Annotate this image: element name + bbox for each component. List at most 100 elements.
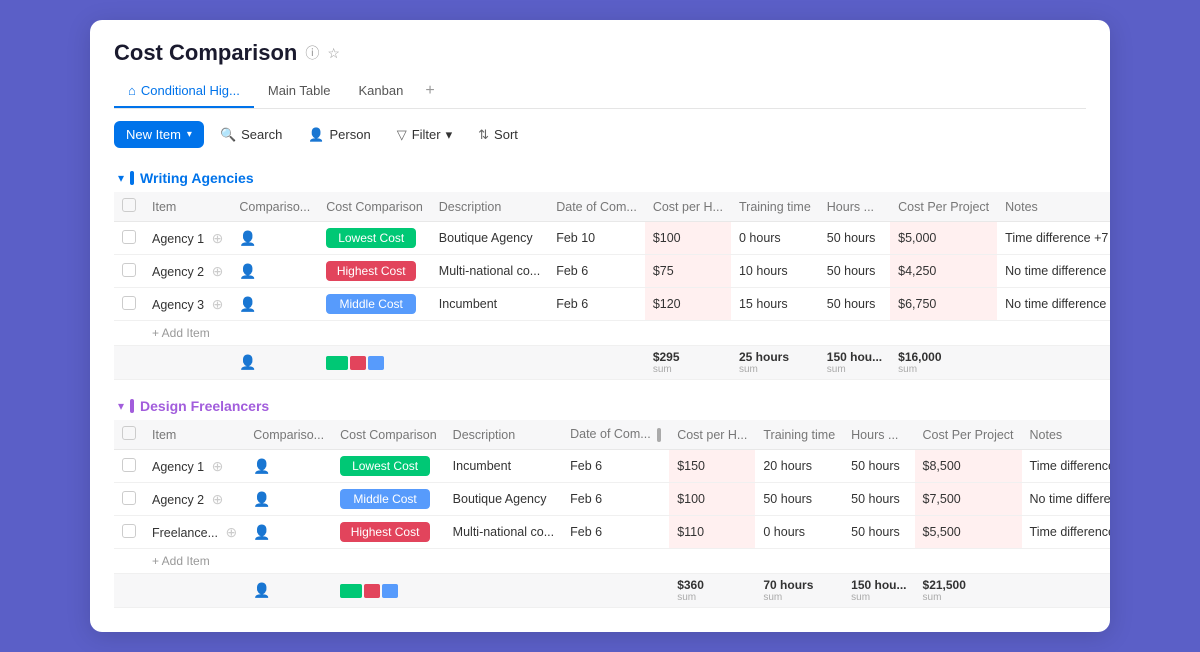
th-notes: Notes [1022,420,1110,450]
row-description: Multi-national co... [445,516,562,549]
row-training: 15 hours [731,288,819,321]
th-cost-comparison: Cost Comparison [332,420,445,450]
tab-main-table[interactable]: Main Table [254,77,345,108]
row-cost-comparison[interactable]: Middle Cost [332,483,445,516]
table-row: Agency 3 ⊕ 👤 Middle Cost Incumbent Feb 6… [114,288,1110,321]
tabs-row: ⌂ Conditional Hig... Main Table Kanban + [114,76,1086,109]
row-checkbox[interactable] [122,230,136,244]
comparison-person-icon: 👤 [253,491,270,507]
mini-bar-pink [364,584,380,598]
add-person-icon[interactable]: ⊕ [212,296,224,312]
add-item-row-writing[interactable]: + Add Item [114,321,1110,346]
add-person-icon[interactable]: ⊕ [212,491,224,507]
sort-button[interactable]: ⇅ Sort [468,122,528,148]
group-writing-header[interactable]: ▾ Writing Agencies [114,164,1086,192]
th-hours: Hours ... [819,192,890,222]
search-button[interactable]: 🔍 Search [210,122,292,148]
group-design-title: Design Freelancers [140,398,269,414]
sum-badges [332,574,445,608]
add-person-icon[interactable]: ⊕ [226,524,238,540]
writing-summary-row: 👤 $295 sum 25 h [114,346,1110,380]
tab-add[interactable]: + [417,76,442,108]
sum-badges [318,346,431,380]
design-summary-row: 👤 $360 sum 70 h [114,574,1110,608]
sum-person-icon: 👤 [253,582,270,598]
add-item-row-design[interactable]: + Add Item [114,549,1110,574]
mini-bar-green [340,584,362,598]
row-checkbox[interactable] [122,263,136,277]
row-hours: 50 hours [819,222,890,255]
row-item: Freelance... ⊕ [144,516,245,549]
row-checkbox[interactable] [122,491,136,505]
row-checkbox[interactable] [122,458,136,472]
row-cost-hour: $110 [669,516,755,549]
sum-hours: 150 hou... sum [843,574,914,608]
row-check [114,255,144,288]
row-cost-comparison[interactable]: Middle Cost [318,288,431,321]
mini-bar-blue [368,356,384,370]
mini-bar-blue [382,584,398,598]
group-design-bar [130,399,134,413]
comparison-person-icon: 👤 [239,230,256,246]
comparison-person-icon: 👤 [239,296,256,312]
header-checkbox[interactable] [122,198,136,212]
header-checkbox[interactable] [122,426,136,440]
row-check [114,483,144,516]
th-item: Item [144,420,245,450]
row-date: Feb 10 [548,222,645,255]
th-description: Description [431,192,548,222]
row-training: 50 hours [755,483,843,516]
add-person-icon[interactable]: ⊕ [212,230,224,246]
add-item-label[interactable]: + Add Item [144,549,1110,574]
sum-comparison: 👤 [245,574,332,608]
design-table-header-row: Item Compariso... Cost Comparison Descri… [114,420,1110,450]
row-check [114,288,144,321]
group-design-header[interactable]: ▾ Design Freelancers [114,392,1086,420]
row-hours: 50 hours [819,255,890,288]
row-cost-project: $4,250 [890,255,997,288]
row-item: Agency 2 ⊕ [144,255,231,288]
add-person-icon[interactable]: ⊕ [212,263,224,279]
row-comparison: 👤 [231,288,318,321]
new-item-button[interactable]: New Item ▾ [114,121,204,148]
info-icon[interactable]: ⓘ [305,43,319,63]
row-notes: No time difference [997,255,1110,288]
row-comparison: 👤 [231,255,318,288]
sum-training: 70 hours sum [755,574,843,608]
th-cost-project: Cost Per Project [915,420,1022,450]
row-cost-comparison[interactable]: Highest Cost [318,255,431,288]
group-writing-agencies: ▾ Writing Agencies Item Compariso... Cos… [114,164,1086,380]
th-comparison: Compariso... [245,420,332,450]
row-hours: 50 hours [843,450,914,483]
group-design-chevron-icon: ▾ [118,399,124,413]
sort-icon: ⇅ [478,127,489,143]
star-icon[interactable]: ☆ [327,45,340,62]
th-cost-comparison: Cost Comparison [318,192,431,222]
search-icon: 🔍 [220,127,236,143]
tab-kanban[interactable]: Kanban [345,77,418,108]
table-row: Agency 2 ⊕ 👤 Highest Cost Multi-national… [114,255,1110,288]
add-item-label[interactable]: + Add Item [144,321,1110,346]
sum-desc [445,574,562,608]
row-item: Agency 1 ⊕ [144,450,245,483]
row-notes: No time difference [997,288,1110,321]
filter-button[interactable]: ▽ Filter ▾ [387,122,462,148]
row-checkbox[interactable] [122,296,136,310]
row-cost-comparison[interactable]: Lowest Cost [332,450,445,483]
add-item-check [114,549,144,574]
row-date: Feb 6 [562,516,669,549]
row-comparison: 👤 [231,222,318,255]
add-person-icon[interactable]: ⊕ [212,458,224,474]
th-date: Date of Com... [548,192,645,222]
row-training: 20 hours [755,450,843,483]
row-cost-comparison[interactable]: Highest Cost [332,516,445,549]
writing-agencies-table: Item Compariso... Cost Comparison Descri… [114,192,1110,380]
row-cost-comparison[interactable]: Lowest Cost [318,222,431,255]
row-checkbox[interactable] [122,524,136,538]
sum-desc [431,346,548,380]
person-button[interactable]: 👤 Person [298,122,380,148]
sum-cost-hour: $295 sum [645,346,731,380]
tab-conditional[interactable]: ⌂ Conditional Hig... [114,77,254,108]
row-comparison: 👤 [245,516,332,549]
row-cost-hour: $75 [645,255,731,288]
